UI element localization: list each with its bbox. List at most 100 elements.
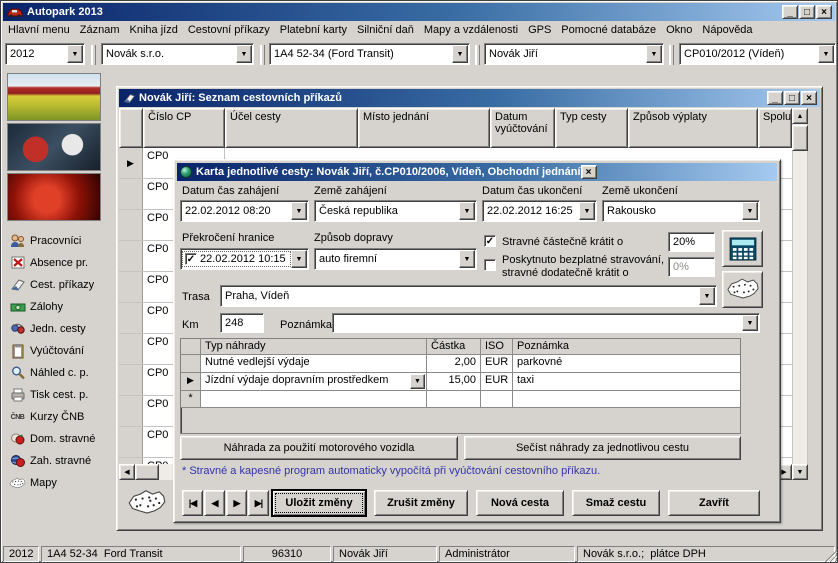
sum-compensation-button[interactable]: Sečíst náhrady za jednotlivou cestu [464,436,741,460]
sidebar-item-kurzy-cnb[interactable]: ČNB Kurzy ČNB [9,409,113,425]
list-maximize-button[interactable]: □ [784,91,800,105]
company-combo[interactable]: Novák s.r.o. ▼ [101,43,254,65]
expense-row[interactable]: Nutné vedlejší výdaje 2,00 EUR parkovné [181,355,740,373]
map-button[interactable] [722,271,763,308]
close-button[interactable]: Zavřít [668,490,760,516]
dropdown-icon[interactable]: ▼ [459,202,475,220]
nav-next-button[interactable]: ▶ [226,490,247,516]
dropdown-icon[interactable]: ▼ [410,374,425,389]
print-icon [9,387,26,403]
start-datetime-label: Datum čas zahájení [182,185,279,197]
start-datetime-combo[interactable]: 22.02.2012 08:20 ▼ [180,200,309,222]
vertical-scrollbar[interactable]: ▲ ▼ [792,108,808,480]
scroll-down-icon[interactable]: ▼ [792,464,808,480]
list-window-title: Novák Jiří: Seznam cestovních příkazů [139,92,342,104]
sidebar-item-absence[interactable]: Absence pr. [9,255,113,271]
sidebar-item-jedn-cesty[interactable]: Jedn. cesty [9,321,113,337]
column-header-cislo-cp[interactable]: Číslo CP [143,108,225,148]
scrollbar-thumb[interactable] [135,464,159,480]
nav-last-button[interactable]: ▶| [248,490,269,516]
dropdown-icon[interactable]: ▼ [646,45,662,63]
sidebar-item-zalohy[interactable]: Zálohy [9,299,113,315]
dropdown-icon[interactable]: ▼ [452,45,468,63]
menu-item[interactable]: Platební karty [275,21,352,40]
menu-item[interactable]: Cestovní příkazy [183,21,275,40]
transport-combo[interactable]: auto firemní ▼ [314,248,477,270]
menu-item[interactable]: Silniční daň [352,21,419,40]
sidebar-item-dom-stravne[interactable]: Dom. stravné [9,431,113,447]
menu-item[interactable]: Záznam [75,21,125,40]
delete-trip-button[interactable]: Smaž cestu [572,490,660,516]
dropdown-icon[interactable]: ▼ [699,287,715,305]
sidebar-item-mapy[interactable]: Mapy [9,475,113,491]
border-crossing-combo[interactable]: ✓ 22.02.2012 10:15 ▼ [180,248,309,270]
sidebar-item-label: Vyúčtování [30,345,84,357]
new-trip-button[interactable]: Nová cesta [476,490,564,516]
app-close-button[interactable]: × [816,5,832,19]
meal-reduce-percent-field[interactable]: 20% [668,232,715,252]
menu-item[interactable]: GPS [523,21,556,40]
km-field[interactable]: 248 [220,313,264,333]
dropdown-icon[interactable]: ▼ [818,45,834,63]
column-header-typ-cesty[interactable]: Typ cesty [555,108,628,148]
sidebar-item-pracovnici[interactable]: Pracovníci [9,233,113,249]
dropdown-icon[interactable]: ▼ [291,202,307,220]
scroll-left-icon[interactable]: ◀ [119,464,135,480]
expense-new-row[interactable]: * [181,391,740,408]
dropdown-icon[interactable]: ▼ [742,315,758,331]
expense-grid: Typ náhrady Částka ISO Poznámka Nutné ve… [180,338,741,434]
dropdown-icon[interactable]: ▼ [742,202,758,220]
column-header-zpusob-vyplaty[interactable]: Způsob výplaty [628,108,758,148]
scroll-up-icon[interactable]: ▲ [792,108,808,124]
route-combo[interactable]: Praha, Vídeň ▼ [220,285,717,307]
list-minimize-button[interactable]: _ [767,91,783,105]
menu-item[interactable]: Okno [661,21,697,40]
expense-row[interactable]: ▶ Jízdní výdaje dopravním prostředkem▼ 1… [181,373,740,391]
sidebar-item-vyuctovani[interactable]: Vyúčtování [9,343,113,359]
menu-item[interactable]: Kniha jízd [125,21,183,40]
list-close-button[interactable]: × [801,91,817,105]
app-maximize-button[interactable]: □ [799,5,815,19]
trip-combo[interactable]: CP010/2012 (Vídeň) ▼ [679,43,836,65]
column-header-spolucestujici[interactable]: Spoluc [758,108,792,148]
person-combo[interactable]: Novák Jiří ▼ [484,43,664,65]
dropdown-icon[interactable]: ▼ [459,250,475,268]
dropdown-icon[interactable]: ▼ [291,250,307,268]
menu-item[interactable]: Mapy a vzdálenosti [419,21,523,40]
calculator-button[interactable] [722,230,763,267]
end-country-combo[interactable]: Rakousko ▼ [602,200,760,222]
column-header[interactable] [119,108,143,148]
menu-item[interactable]: Hlavní menu [3,21,75,40]
resize-grip[interactable] [825,550,837,562]
scrollbar-thumb[interactable] [792,125,808,151]
vehicle-compensation-button[interactable]: Náhrada za použití motorového vozidla [180,436,458,460]
dropdown-icon[interactable]: ▼ [236,45,252,63]
sidebar-item-zah-stravne[interactable]: Zah. stravné [9,453,113,469]
note-combo[interactable]: ▼ [332,313,760,333]
border-crossing-checkbox[interactable]: ✓ [185,253,197,265]
free-meal-checkbox[interactable] [484,259,496,271]
save-button[interactable]: Uložit změny [272,490,366,516]
nav-first-button[interactable]: |◀ [182,490,203,516]
app-minimize-button[interactable]: _ [782,5,798,19]
sidebar-item-nahled[interactable]: Náhled c. p. [9,365,113,381]
column-header-misto-jednani[interactable]: Místo jednání [358,108,490,148]
start-country-combo[interactable]: Česká republika ▼ [314,200,477,222]
menu-item[interactable]: Pomocné databáze [556,21,661,40]
year-combo[interactable]: 2012 ▼ [5,43,85,65]
free-meal-percent-field[interactable]: 0% [668,257,715,277]
column-header-datum-vyuctovani[interactable]: Datum vyúčtování [490,108,555,148]
sidebar-item-cest-prikazy[interactable]: Cest. příkazy [9,277,113,293]
menu-item[interactable]: Nápověda [697,21,757,40]
sidebar-item-tisk[interactable]: Tisk cest. p. [9,387,113,403]
dialog-close-icon[interactable]: × [581,165,597,179]
column-header-ucel-cesty[interactable]: Účel cesty [225,108,358,148]
dropdown-icon[interactable]: ▼ [579,202,595,220]
cancel-button[interactable]: Zrušit změny [374,490,468,516]
end-datetime-combo[interactable]: 22.02.2012 16:25 ▼ [482,200,597,222]
dropdown-icon[interactable]: ▼ [67,45,83,63]
vehicle-combo[interactable]: 1A4 52-34 (Ford Transit) ▼ [269,43,470,65]
meal-reduce-checkbox[interactable]: ✓ [484,235,496,247]
end-country-label: Země ukončení [602,185,678,197]
nav-prev-button[interactable]: ◀ [204,490,225,516]
